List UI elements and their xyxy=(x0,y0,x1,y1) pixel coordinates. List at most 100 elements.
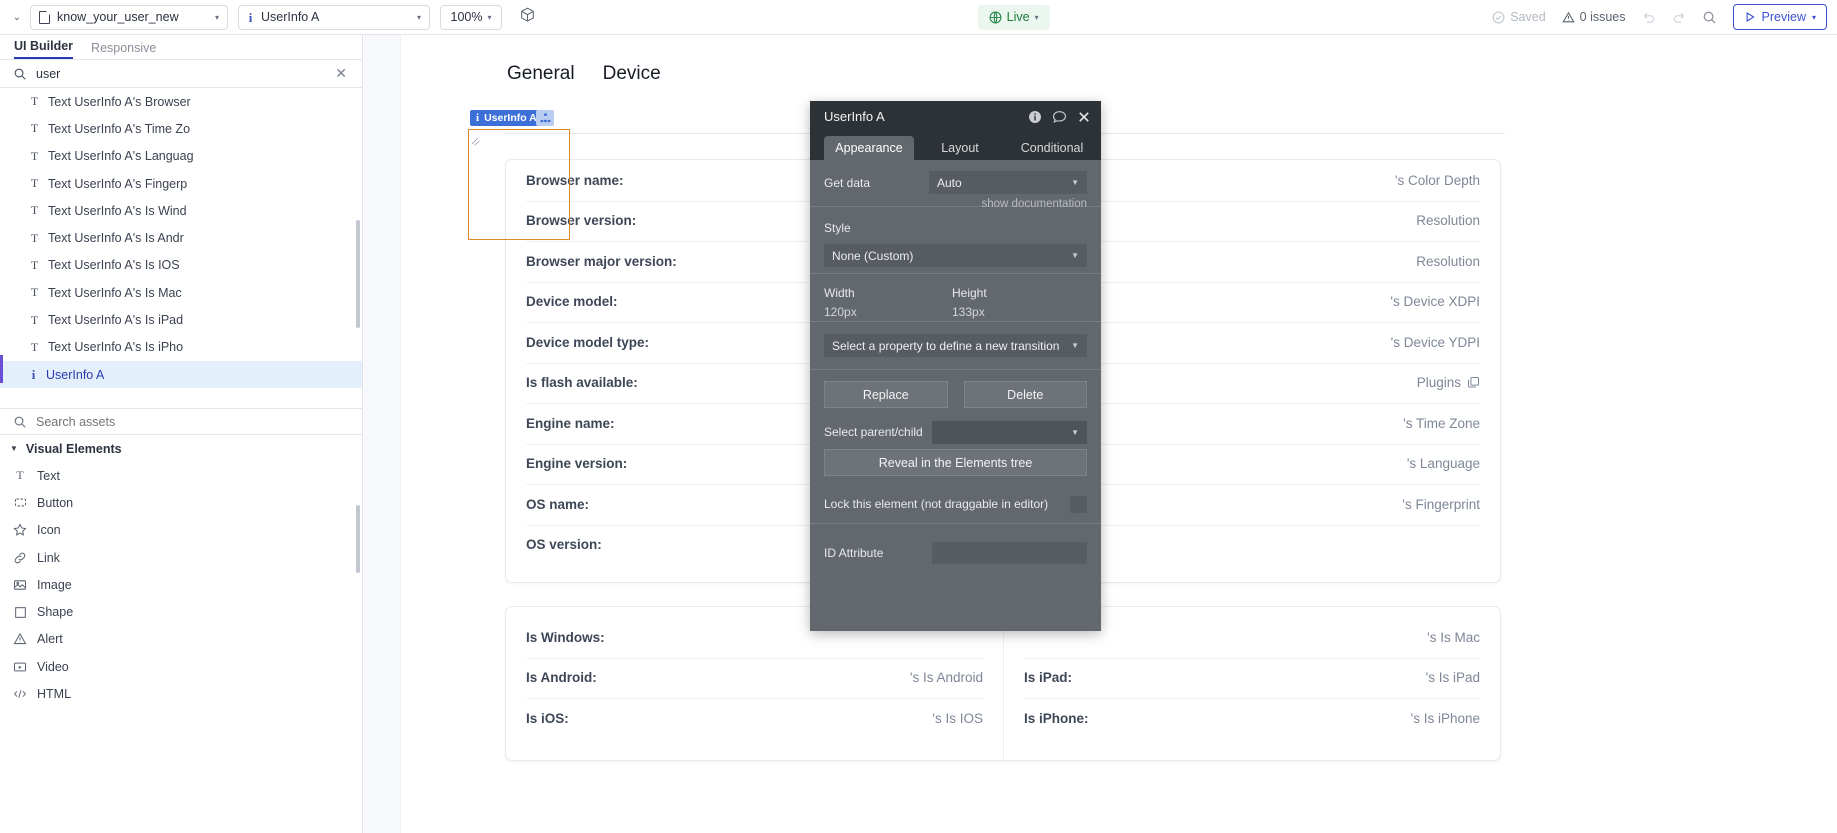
search-icon xyxy=(13,415,27,429)
tab-device[interactable]: Device xyxy=(603,63,661,85)
page-selector-label: know_your_user_new xyxy=(57,10,208,24)
reveal-in-elements-tree-button[interactable]: Reveal in the Elements tree xyxy=(824,449,1087,476)
selection-badge-label: UserInfo A xyxy=(484,112,537,124)
list-item[interactable]: T Text UserInfo A's Fingerp xyxy=(0,170,362,197)
chevron-down-icon: ▼ xyxy=(1071,251,1079,260)
assets-scrollbar[interactable] xyxy=(356,505,360,573)
list-item-label: Text UserInfo A's Languag xyxy=(48,149,194,163)
table-row: Is Android: 's Is Android xyxy=(506,658,1003,699)
link-icon xyxy=(13,551,27,565)
id-attribute-input[interactable] xyxy=(932,542,1087,564)
cube-icon[interactable] xyxy=(520,7,535,28)
redo-button[interactable] xyxy=(1672,10,1686,24)
text-icon: T xyxy=(30,121,39,136)
element-image[interactable]: Image xyxy=(0,571,362,598)
sidebar-tabs: UI Builder Responsive xyxy=(0,35,362,60)
list-item[interactable]: T Text UserInfo A's Languag xyxy=(0,143,362,170)
text-icon: T xyxy=(30,94,39,109)
undo-button[interactable] xyxy=(1642,10,1656,24)
search-input[interactable] xyxy=(36,67,324,81)
info-icon[interactable] xyxy=(1028,110,1042,124)
list-item[interactable]: T Text UserInfo A's Is iPad xyxy=(0,306,362,333)
group-label: Visual Elements xyxy=(26,442,122,456)
selection-badge[interactable]: i UserInfo A xyxy=(470,110,543,126)
page-selector[interactable]: know_your_user_new ▾ xyxy=(30,5,228,30)
element-selector[interactable]: i UserInfo A ▾ xyxy=(238,5,430,30)
close-icon[interactable] xyxy=(1077,110,1091,124)
replace-button[interactable]: Replace xyxy=(824,381,948,408)
row-value: 's Is Android xyxy=(910,670,983,685)
preview-button[interactable]: Preview ▾ xyxy=(1733,4,1827,30)
list-item-label: Text UserInfo A's Browser xyxy=(48,95,191,109)
list-item-label: Text UserInfo A's Is IOS xyxy=(48,258,180,272)
assets-search-input[interactable] xyxy=(36,415,349,429)
list-item-label: Text UserInfo A's Time Zo xyxy=(48,122,190,136)
reveal-row: Reveal in the Elements tree xyxy=(810,449,1101,485)
chevron-down-icon: ▾ xyxy=(417,13,421,22)
transition-select[interactable]: Select a property to define a new transi… xyxy=(824,334,1087,357)
element-icon[interactable]: Icon xyxy=(0,517,362,544)
sidebar-scrollbar[interactable] xyxy=(356,220,360,328)
tab-responsive[interactable]: Responsive xyxy=(91,41,156,59)
element-video[interactable]: Video xyxy=(0,653,362,680)
element-html[interactable]: HTML xyxy=(0,680,362,707)
info-icon: i xyxy=(476,112,479,124)
group-visual-elements[interactable]: ▼ Visual Elements xyxy=(0,435,362,462)
row-label: Is iPhone: xyxy=(1024,711,1089,726)
tab-general[interactable]: General xyxy=(507,63,575,85)
tab-ui-builder[interactable]: UI Builder xyxy=(14,39,73,59)
element-label: Icon xyxy=(37,523,61,537)
element-label: Text xyxy=(37,469,60,483)
zoom-level-label: 100% xyxy=(451,10,483,24)
lock-checkbox[interactable] xyxy=(1070,496,1087,513)
row-label: Is iOS: xyxy=(526,711,569,726)
chevron-down-icon: ▼ xyxy=(1071,341,1079,350)
comment-icon[interactable] xyxy=(1052,110,1067,124)
tab-layout[interactable]: Layout xyxy=(914,136,1006,160)
app-menu-caret[interactable]: ⌄ xyxy=(10,12,24,23)
chevron-down-icon: ▾ xyxy=(487,13,491,22)
list-item[interactable]: T Text UserInfo A's Is Wind xyxy=(0,197,362,224)
tab-appearance[interactable]: Appearance xyxy=(824,136,914,160)
list-item[interactable]: T Text UserInfo A's Browser xyxy=(0,88,362,115)
id-attribute-label: ID Attribute xyxy=(824,546,932,560)
parent-child-row: Select parent/child ▼ xyxy=(810,415,1101,449)
list-item[interactable]: T Text UserInfo A's Is IOS xyxy=(0,252,362,279)
live-status-button[interactable]: Live ▾ xyxy=(978,5,1050,30)
delete-button[interactable]: Delete xyxy=(964,381,1088,408)
tab-conditional[interactable]: Conditional xyxy=(1006,136,1098,160)
list-item[interactable]: T Text UserInfo A's Time Zo xyxy=(0,115,362,142)
properties-title: UserInfo A xyxy=(824,109,1028,124)
selection-resize-handle[interactable] xyxy=(472,133,480,141)
element-text[interactable]: T Text xyxy=(0,462,362,489)
chevron-down-icon: ▾ xyxy=(215,13,219,22)
row-label: Is Android: xyxy=(526,670,597,685)
search-button[interactable] xyxy=(1702,10,1717,25)
transition-row: Select a property to define a new transi… xyxy=(810,322,1101,369)
list-item-label: UserInfo A xyxy=(46,368,104,382)
assets-search-row xyxy=(0,408,362,435)
selection-tree-button[interactable] xyxy=(536,110,554,126)
clear-search-icon[interactable]: ✕ xyxy=(333,65,349,82)
zoom-selector[interactable]: 100% ▾ xyxy=(440,5,502,30)
parent-child-select[interactable]: ▼ xyxy=(932,421,1087,444)
get-data-line: Get data Auto ▼ xyxy=(824,171,1087,194)
selection-marker xyxy=(0,355,3,383)
text-icon: T xyxy=(30,285,39,300)
element-link[interactable]: Link xyxy=(0,544,362,571)
element-alert[interactable]: Alert xyxy=(0,626,362,653)
element-shape[interactable]: Shape xyxy=(0,598,362,625)
dimensions-row: Width 120px Height 133px xyxy=(810,274,1101,321)
element-label: Shape xyxy=(37,605,73,619)
list-item[interactable]: T Text UserInfo A's Is Mac xyxy=(0,279,362,306)
page-tabs: General Device xyxy=(507,63,661,85)
copy-icon[interactable] xyxy=(1467,376,1480,389)
style-select[interactable]: None (Custom) ▼ xyxy=(824,244,1087,267)
issues-indicator[interactable]: 0 issues xyxy=(1562,10,1626,24)
list-item[interactable]: T Text UserInfo A's Is Andr xyxy=(0,224,362,251)
element-button[interactable]: Button xyxy=(0,489,362,516)
get-data-select[interactable]: Auto ▼ xyxy=(929,171,1087,194)
star-icon xyxy=(13,523,27,537)
list-item[interactable]: T Text UserInfo A's Is iPho xyxy=(0,334,362,361)
list-item-userinfo-a[interactable]: i UserInfo A xyxy=(0,361,362,388)
